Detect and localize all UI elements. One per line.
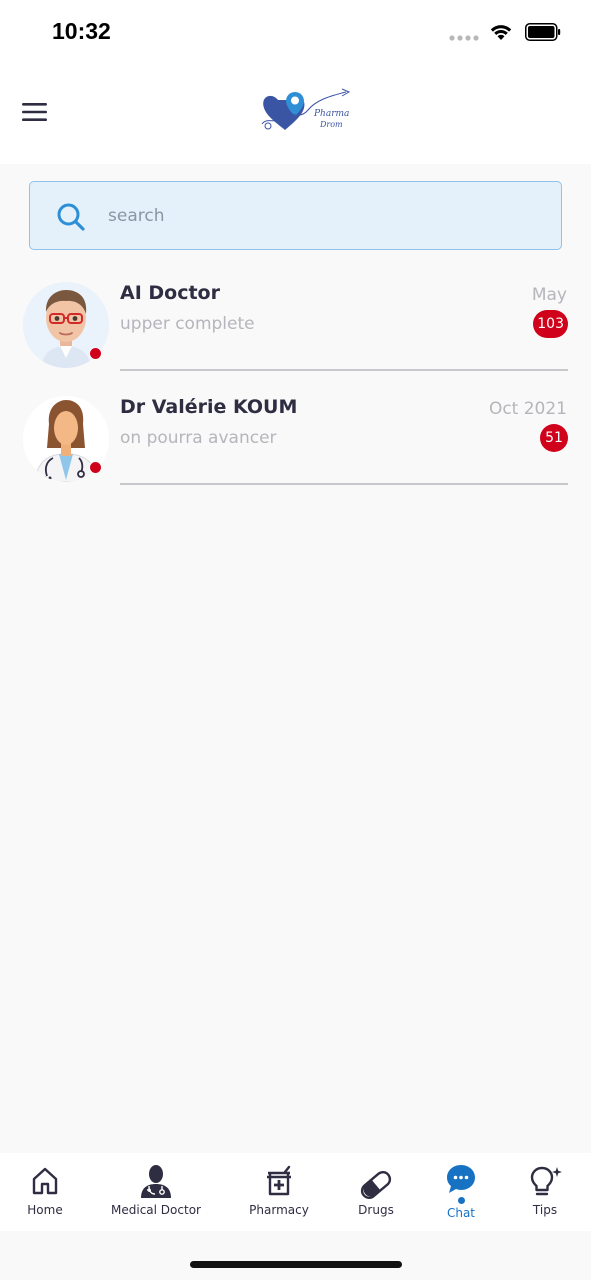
nav-label: Tips <box>532 1203 558 1217</box>
nav-label: Chat <box>446 1206 476 1220</box>
hamburger-menu-icon[interactable] <box>20 100 50 124</box>
home-indicator[interactable] <box>190 1261 402 1268</box>
nav-item-home[interactable]: Home <box>10 1153 80 1231</box>
pill-icon <box>360 1171 392 1199</box>
unread-count-badge: 103 <box>533 310 568 338</box>
lightbulb-icon <box>530 1166 562 1196</box>
nav-item-medical-doctor[interactable]: Medical Doctor <box>106 1153 206 1231</box>
bottom-navigation: Home Medical Doctor Pharmacy Drugs Chat … <box>0 1153 591 1231</box>
divider <box>120 483 568 485</box>
nav-item-drugs[interactable]: Drugs <box>346 1153 406 1231</box>
chat-date: May <box>531 285 567 305</box>
svg-text:Pharma: Pharma <box>313 109 349 119</box>
chat-last-message: on pourra avancer <box>120 428 277 448</box>
chat-icon <box>447 1165 475 1193</box>
divider <box>120 369 568 371</box>
chat-last-message: upper complete <box>120 314 255 334</box>
nav-label: Medical Doctor <box>111 1203 201 1217</box>
pharmacy-icon <box>267 1165 291 1196</box>
app-header: Pharma Drom <box>0 64 591 164</box>
chat-list-item[interactable]: AI Doctor upper complete May 103 <box>0 270 591 384</box>
search-bar[interactable] <box>29 181 562 250</box>
chat-list: AI Doctor upper complete May 103 Dr Valé… <box>0 270 591 498</box>
nav-label: Drugs <box>358 1203 394 1217</box>
active-indicator-dot <box>458 1197 465 1204</box>
offline-status-dot <box>89 347 102 360</box>
battery-icon <box>525 23 561 41</box>
nav-item-chat[interactable]: Chat <box>431 1153 491 1231</box>
doctor-icon <box>141 1165 171 1198</box>
home-icon <box>32 1167 58 1195</box>
nav-label: Pharmacy <box>249 1203 309 1217</box>
nav-item-pharmacy[interactable]: Pharmacy <box>239 1153 319 1231</box>
wifi-icon <box>490 25 512 40</box>
status-bar: 10:32 <box>0 0 591 64</box>
app-logo: Pharma Drom <box>261 88 351 130</box>
status-time: 10:32 <box>52 18 111 44</box>
search-input[interactable] <box>108 194 528 238</box>
chat-date: Oct 2021 <box>488 399 567 419</box>
unread-count-badge: 51 <box>540 424 568 452</box>
svg-text:Drom: Drom <box>319 120 343 129</box>
chat-contact-name: Dr Valérie KOUM <box>120 396 298 418</box>
cellular-signal-icon <box>449 35 479 41</box>
nav-item-tips[interactable]: Tips <box>515 1153 575 1231</box>
chat-list-item[interactable]: Dr Valérie KOUM on pourra avancer Oct 20… <box>0 384 591 498</box>
chat-contact-name: AI Doctor <box>120 282 220 304</box>
offline-status-dot <box>89 461 102 474</box>
nav-label: Home <box>27 1203 63 1217</box>
search-icon <box>57 203 85 231</box>
